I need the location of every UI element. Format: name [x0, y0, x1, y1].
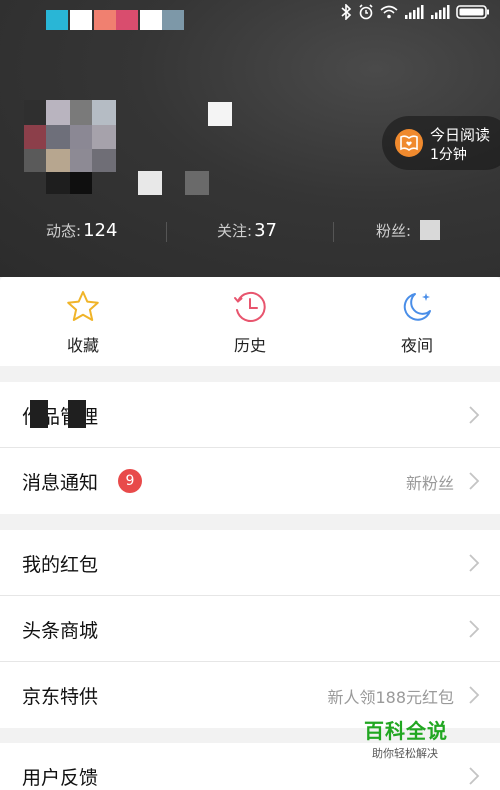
menu-item-works[interactable]: 作品管理 [0, 382, 500, 448]
title-mosaic [68, 400, 86, 428]
night-mode-button[interactable]: 夜间 [334, 277, 500, 366]
menu-item-label: 京东特供 [22, 686, 99, 708]
watermark: 百科全说 助你轻松解决 [350, 712, 470, 764]
profile-header: 今日阅读 1分钟 动态: 124 关注: 37 粉丝: [0, 0, 500, 277]
stat-divider [166, 222, 167, 242]
followers-mosaic [420, 220, 440, 240]
favorites-label: 收藏 [66, 336, 99, 355]
stat-posts-label: 动态: [46, 222, 82, 240]
menu-item-label: 我的红包 [22, 554, 99, 576]
chevron-right-icon [469, 472, 480, 490]
signal-icon [405, 5, 424, 19]
stat-posts-value: 124 [83, 220, 118, 241]
chevron-right-icon [469, 554, 480, 572]
bluetooth-icon [341, 4, 352, 20]
watermark-title: 百科全说 [364, 719, 448, 743]
favorites-button[interactable]: 收藏 [0, 277, 166, 366]
title-mosaic [30, 400, 48, 428]
stat-followers[interactable]: 粉丝: [376, 220, 413, 241]
menu-item-notifications[interactable]: 消息通知 9 新粉丝 [0, 448, 500, 514]
stat-following-value: 37 [254, 220, 277, 241]
menu-item-extra: 新粉丝 [405, 474, 454, 493]
chevron-right-icon [469, 406, 480, 424]
history-label: 历史 [233, 336, 266, 355]
menu-item-label: 头条商城 [22, 620, 99, 642]
today-reading-pill[interactable]: 今日阅读 1分钟 [382, 116, 500, 170]
stat-following-label: 关注: [217, 222, 253, 240]
star-icon [67, 291, 99, 321]
menu-group-1: 作品管理 消息通知 9 新粉丝 [0, 382, 500, 514]
watermark-subtitle: 助你轻松解决 [372, 747, 438, 760]
history-button[interactable]: 历史 [167, 277, 333, 366]
alarm-icon [359, 4, 373, 20]
stat-followers-label: 粉丝: [376, 222, 412, 240]
moon-icon [403, 293, 431, 321]
stat-posts[interactable]: 动态: 124 [46, 220, 117, 241]
status-bar [0, 0, 500, 30]
night-mode-label: 夜间 [400, 336, 433, 355]
stat-divider [333, 222, 334, 242]
signal-icon [431, 5, 450, 19]
quick-actions: 收藏 历史 夜间 [0, 277, 500, 366]
chevron-right-icon [469, 620, 480, 638]
chevron-right-icon [469, 686, 480, 704]
reading-duration: 1分钟 [430, 147, 467, 163]
clock-icon [234, 291, 266, 322]
menu-item-mall[interactable]: 头条商城 [0, 596, 500, 662]
battery-icon [456, 5, 489, 19]
menu-item-label: 用户反馈 [22, 767, 99, 789]
unread-badge: 9 [118, 469, 142, 493]
menu-group-2: 我的红包 头条商城 京东特供 新人领188元红包 [0, 530, 500, 728]
menu-item-extra: 新人领188元红包 [327, 688, 454, 707]
wifi-icon [380, 5, 398, 19]
reading-title: 今日阅读 [430, 126, 491, 144]
menu-item-label: 消息通知 [22, 472, 99, 494]
book-heart-icon [395, 129, 423, 157]
stat-following[interactable]: 关注: 37 [217, 220, 277, 241]
chevron-right-icon [469, 767, 480, 785]
status-icons [340, 4, 490, 20]
menu-item-red-packet[interactable]: 我的红包 [0, 530, 500, 596]
